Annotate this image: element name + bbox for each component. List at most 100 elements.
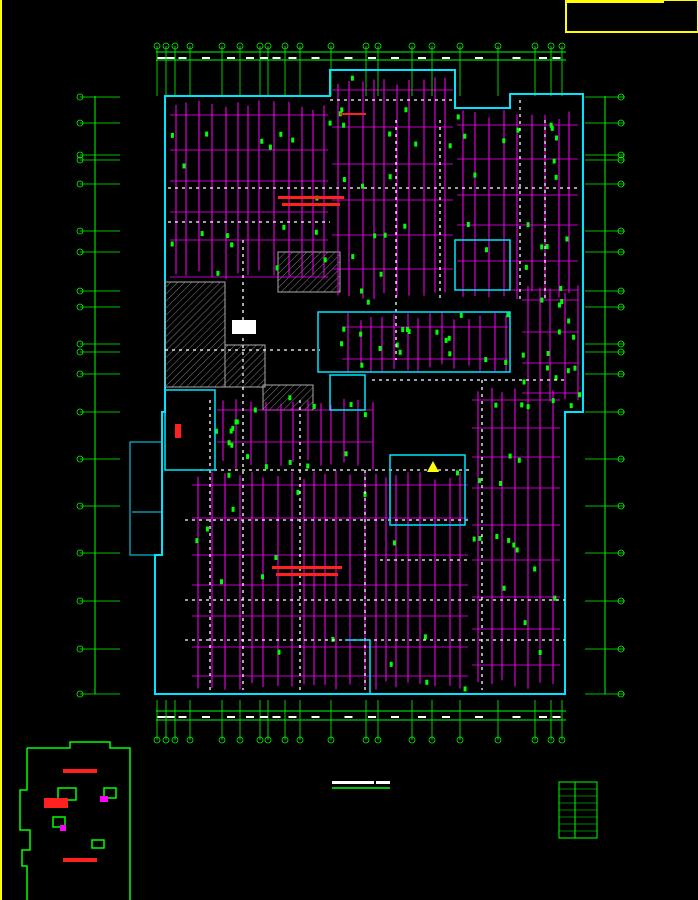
pipe-fitting <box>502 585 506 591</box>
pipe-fitting <box>546 350 550 356</box>
pipe-fitting <box>231 506 235 512</box>
pipe-fitting <box>540 297 544 303</box>
pipe-fitting <box>170 132 174 138</box>
pipe-fitting <box>392 540 396 546</box>
pipe-fitting <box>526 404 530 410</box>
pipe-fitting <box>260 574 264 580</box>
pipe-fitting <box>268 144 272 150</box>
pipe-fitting <box>340 341 344 347</box>
pipe-fitting <box>554 135 558 141</box>
pipe-fitting <box>296 489 300 495</box>
pipe-fitting <box>463 133 467 139</box>
pipe-fitting <box>344 451 348 457</box>
dimension-text-mark <box>260 57 268 59</box>
pipe-fitting <box>524 264 528 270</box>
pipe-fitting <box>378 345 382 351</box>
pipe-fitting <box>227 472 231 478</box>
pipe-fitting <box>227 440 231 446</box>
pipe-fitting <box>506 312 510 318</box>
pipe-fitting <box>342 122 346 128</box>
dimension-text-mark <box>475 716 483 718</box>
dimension-text-mark <box>166 57 175 59</box>
pipe-fitting <box>448 143 452 149</box>
pipe-fitting <box>578 392 582 398</box>
pipe-fitting <box>288 459 292 465</box>
pipe-fitting <box>328 120 332 126</box>
pipe-fitting <box>478 535 482 541</box>
pipe-fitting <box>557 329 561 335</box>
pipe-fitting <box>507 537 511 543</box>
pipe-fitting <box>572 334 576 340</box>
dimension-text-mark <box>552 716 561 718</box>
pipe-fitting <box>448 351 452 357</box>
pipe-fitting <box>504 359 508 365</box>
pipe-fitting <box>545 365 549 371</box>
dimension-text-mark <box>512 716 521 718</box>
pipe-fitting <box>521 352 525 358</box>
pipe-fitting <box>550 125 554 131</box>
pipe-fitting <box>466 222 470 228</box>
pipe-fitting <box>463 686 467 692</box>
pipe-fitting <box>360 288 364 294</box>
pipe-fitting <box>515 547 519 553</box>
pipe-fitting <box>545 244 549 250</box>
pipe-fitting <box>314 229 318 235</box>
pipe-fitting <box>225 233 229 239</box>
dimension-text-mark <box>539 57 547 59</box>
dimension-text-mark <box>202 57 210 59</box>
pipe-fitting <box>366 299 370 305</box>
dimension-text-mark <box>344 716 353 718</box>
pipe-fitting <box>552 158 556 164</box>
pipe-fitting <box>569 403 573 409</box>
pipe-fitting <box>404 107 408 113</box>
pipe-fitting <box>342 326 346 332</box>
dimension-text-mark <box>512 57 521 59</box>
dimension-text-mark <box>288 716 297 718</box>
pipe-fitting <box>360 362 364 368</box>
pipe-fitting <box>379 271 383 277</box>
pipe-fitting <box>401 327 405 333</box>
dimension-text-mark <box>272 57 281 59</box>
pipe-fitting <box>553 595 557 601</box>
pipe-fitting <box>456 114 460 120</box>
pipe-fitting <box>170 241 174 247</box>
dimension-text-mark <box>166 716 175 718</box>
equipment-label-box <box>232 320 256 334</box>
cad-floor-plan-drawing <box>0 0 698 900</box>
dimension-text-mark <box>246 57 254 59</box>
dimension-text-mark <box>475 57 483 59</box>
pipe-fitting <box>403 223 407 229</box>
dimension-text-mark <box>311 57 320 59</box>
pipe-fitting <box>494 402 498 408</box>
dimension-text-mark <box>391 716 399 718</box>
pipe-fitting <box>573 365 577 371</box>
pipe-fitting <box>435 329 439 335</box>
pipe-fitting <box>279 131 283 137</box>
dimension-text-mark <box>157 716 166 718</box>
pipe-fitting <box>306 463 310 469</box>
pipe-fitting <box>363 412 367 418</box>
dimension-text-mark <box>442 716 450 718</box>
pipe-fitting <box>447 335 451 341</box>
pipe-fitting <box>282 224 286 230</box>
pipe-fitting <box>373 233 377 239</box>
pipe-fitting <box>423 634 427 640</box>
pipe-fitting <box>216 270 220 276</box>
dimension-text-mark <box>539 716 547 718</box>
pipe-fitting <box>246 454 250 460</box>
pipe-fitting <box>388 174 392 180</box>
pipe-fitting <box>277 649 281 655</box>
pipe-fitting <box>502 138 506 144</box>
pipe-fitting <box>274 554 278 560</box>
pipe-fitting <box>342 177 346 183</box>
pipe-fitting <box>485 247 489 253</box>
pipe-fitting <box>323 257 327 263</box>
pipe-fitting <box>350 75 354 81</box>
dimension-text-mark <box>260 716 268 718</box>
pipe-fitting <box>235 419 239 425</box>
pipe-fitting <box>405 326 409 332</box>
dimension-text-mark <box>178 716 187 718</box>
pipe-fitting <box>472 536 476 542</box>
pipe-fitting <box>522 379 526 385</box>
dimension-text-mark <box>246 716 254 718</box>
